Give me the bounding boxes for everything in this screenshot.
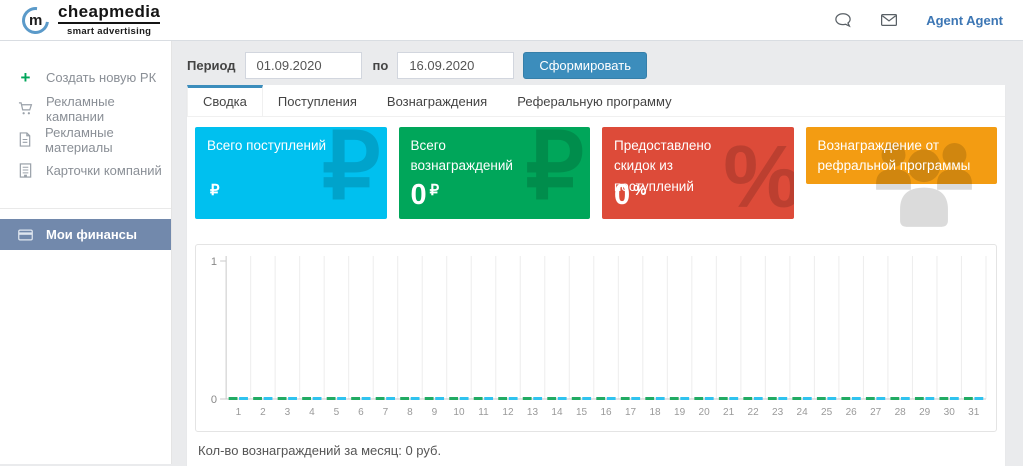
svg-text:13: 13 [527, 407, 539, 418]
company-card-icon [18, 163, 33, 178]
svg-text:9: 9 [432, 407, 438, 418]
svg-text:17: 17 [625, 407, 637, 418]
cart-icon [18, 101, 33, 116]
sidebar-item-label: Создать новую РК [46, 70, 156, 85]
svg-text:3: 3 [285, 407, 291, 418]
logo-name: cheapmedia [58, 3, 160, 24]
logo-circle-icon: m [17, 1, 55, 39]
sidebar-item-label: Рекламные кампании [46, 94, 171, 124]
svg-text:4: 4 [309, 407, 315, 418]
top-header: m cheapmedia smart advertising Agent Age… [0, 0, 1023, 41]
stat-cards-row: Всего поступлений ₽ ₽ Всего вознагражден… [195, 127, 997, 219]
sidebar-item-materials[interactable]: Рекламные материалы [0, 124, 171, 155]
svg-text:12: 12 [502, 407, 514, 418]
stat-card-value: 0₽ [411, 181, 440, 210]
sidebar: + Создать новую РК Рекламные кампании Ре… [0, 41, 172, 464]
period-filter: Период по Сформировать [187, 52, 1005, 79]
tab-rewards[interactable]: Вознаграждения [372, 85, 502, 116]
stat-card-title: Всего поступлений [207, 136, 338, 156]
svg-text:1: 1 [211, 256, 217, 268]
sidebar-item-create-campaign[interactable]: + Создать новую РК [0, 62, 171, 93]
svg-text:1: 1 [236, 407, 242, 418]
sidebar-item-my-finances[interactable]: Мои финансы [0, 219, 171, 250]
summary-tab-content: Всего поступлений ₽ ₽ Всего вознагражден… [187, 117, 1005, 458]
svg-text:31: 31 [968, 407, 980, 418]
stat-card-referral-reward: Вознаграждение от рефральной программы [806, 127, 998, 184]
sidebar-item-company-cards[interactable]: Карточки компаний [0, 155, 171, 186]
sidebar-item-campaigns[interactable]: Рекламные кампании [0, 93, 171, 124]
sidebar-item-label: Карточки компаний [46, 163, 162, 178]
svg-text:2: 2 [260, 407, 266, 418]
logo-tagline: smart advertising [58, 26, 160, 37]
svg-text:20: 20 [699, 407, 711, 418]
svg-text:18: 18 [649, 407, 661, 418]
svg-text:5: 5 [334, 407, 340, 418]
stat-card-value: ₽ [207, 181, 220, 210]
stat-card-discounts: Предоставлено скидок из поступлений 0% % [602, 127, 794, 219]
tab-referral-program[interactable]: Реферальную программу [502, 85, 686, 116]
monthly-rewards-note: Кол-во вознаграждений за месяц: 0 руб. [198, 443, 997, 458]
logo-initial: m [29, 12, 42, 29]
stat-card-title: Вознаграждение от рефральной программы [818, 136, 986, 177]
svg-text:27: 27 [870, 407, 882, 418]
main-content: Период по Сформировать Сводка Поступлени… [173, 41, 1023, 464]
plus-icon: + [18, 70, 33, 85]
chat-icon[interactable] [834, 12, 852, 28]
svg-text:16: 16 [600, 407, 612, 418]
logo[interactable]: m cheapmedia smart advertising [22, 3, 160, 37]
svg-text:22: 22 [748, 407, 760, 418]
rewards-chart-box: 1012345678910111213141516171819202122232… [195, 244, 997, 432]
rewards-bar-chart: 1012345678910111213141516171819202122232… [200, 250, 992, 426]
svg-text:28: 28 [895, 407, 907, 418]
svg-text:8: 8 [407, 407, 413, 418]
svg-text:6: 6 [358, 407, 364, 418]
sidebar-item-label: Мои финансы [46, 227, 137, 242]
mail-icon[interactable] [880, 12, 898, 28]
user-menu[interactable]: Agent Agent [926, 13, 1003, 28]
svg-text:23: 23 [772, 407, 784, 418]
svg-text:24: 24 [797, 407, 809, 418]
finance-panel: Сводка Поступления Вознаграждения Рефера… [187, 85, 1005, 466]
period-from-input[interactable] [245, 52, 362, 79]
svg-text:25: 25 [821, 407, 833, 418]
stat-card-total-receipts: Всего поступлений ₽ ₽ [195, 127, 387, 219]
tab-bar: Сводка Поступления Вознаграждения Рефера… [187, 85, 1005, 117]
svg-text:26: 26 [846, 407, 858, 418]
svg-text:30: 30 [944, 407, 956, 418]
tab-summary[interactable]: Сводка [187, 85, 263, 116]
svg-text:29: 29 [919, 407, 931, 418]
stat-card-title: Всего вознаграждений [411, 136, 542, 177]
sidebar-item-label: Рекламные материалы [45, 125, 171, 155]
period-label: Период [187, 58, 236, 73]
stat-card-total-rewards: Всего вознаграждений 0₽ ₽ [399, 127, 591, 219]
tab-receipts[interactable]: Поступления [263, 85, 372, 116]
svg-text:7: 7 [383, 407, 389, 418]
svg-text:19: 19 [674, 407, 686, 418]
stat-card-value: 0% [614, 181, 646, 210]
period-to-input[interactable] [397, 52, 514, 79]
period-to-label: по [373, 58, 389, 73]
svg-text:21: 21 [723, 407, 735, 418]
wallet-icon [18, 227, 33, 242]
svg-text:15: 15 [576, 407, 588, 418]
svg-text:10: 10 [453, 407, 465, 418]
svg-text:0: 0 [211, 394, 217, 406]
svg-text:14: 14 [551, 407, 563, 418]
generate-report-button[interactable]: Сформировать [523, 52, 647, 79]
file-icon [18, 132, 32, 147]
sidebar-divider [0, 208, 171, 209]
svg-text:11: 11 [478, 407, 489, 418]
